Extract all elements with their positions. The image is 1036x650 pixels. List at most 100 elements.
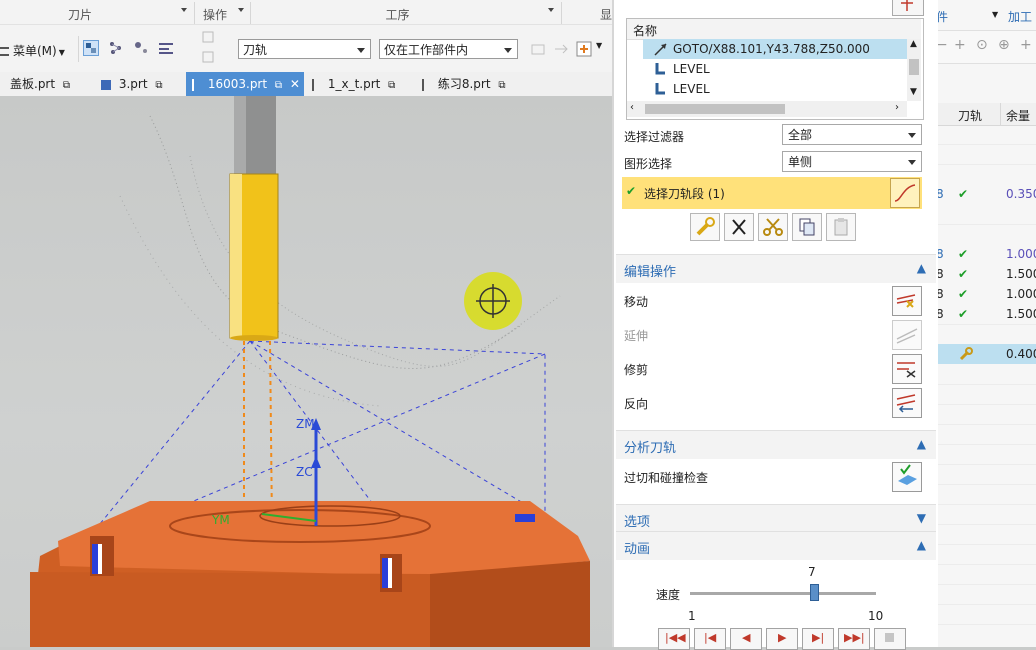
tab-label: 3.prt (118, 77, 148, 91)
speed-slider-thumb[interactable] (810, 584, 820, 601)
trim-icon (897, 362, 916, 378)
table-row[interactable]: 8 ✔ 1.500 (936, 304, 1036, 324)
speed-slider-track[interactable] (690, 584, 876, 601)
circle-icon[interactable]: ⊙ (976, 37, 988, 53)
chevron-up-icon[interactable]: ▲ (917, 261, 926, 275)
section-title: 选项 (624, 515, 651, 530)
menu-label: 菜单(M) (13, 44, 57, 58)
graphics-viewport[interactable]: ZM ZC YM (0, 96, 612, 647)
group-procedure-expand-icon[interactable] (548, 8, 554, 12)
zm-axis-label: ZM (296, 417, 315, 431)
external-link-icon[interactable]: ⧉ (155, 80, 162, 91)
forward-end-icon: ▶▶| (844, 631, 865, 644)
wrench-button[interactable] (690, 213, 720, 241)
table-row-selected[interactable]: 0.400 (936, 344, 1036, 364)
type-dropdown[interactable]: 刀轨 (238, 39, 371, 59)
vertical-scrollbar[interactable]: ▲ ▼ (907, 39, 921, 101)
scrollbar-thumb[interactable] (645, 104, 785, 114)
overcut-check-button[interactable] (892, 462, 922, 492)
external-link-icon[interactable]: ⧉ (63, 80, 70, 91)
copy-icon (799, 218, 815, 236)
table-row[interactable]: 8 ✔ 1.000 (936, 244, 1036, 264)
section-animation[interactable]: 动画 ▲ (616, 531, 936, 560)
chevron-up-icon[interactable]: ▲ (917, 437, 926, 451)
check-icon: ✔ (958, 307, 969, 321)
copy-button[interactable] (792, 213, 822, 241)
scroll-right-icon[interactable]: › (895, 102, 899, 113)
chevron-down-icon[interactable]: ▼ (992, 10, 998, 19)
scroll-down-icon[interactable]: ▼ (910, 87, 917, 97)
column-header-remaining[interactable]: 余量 (1006, 107, 1030, 124)
table-row[interactable]: 8 ✔ 1.000 (936, 284, 1036, 304)
ribbon-toolbar: 刀片 操作 工序 显 菜单(M) ▼ 刀轨 仅在工作部件内 ▼ (0, 0, 612, 73)
delete-button[interactable] (724, 213, 754, 241)
point-icon (901, 0, 913, 11)
tab-gaiban[interactable]: 盖板.prt ⧉ (0, 72, 84, 96)
trim-button[interactable] (892, 354, 922, 384)
scrollbar-thumb[interactable] (909, 59, 919, 75)
list-item[interactable]: LEVEL (643, 79, 907, 99)
point-display-icon[interactable] (133, 40, 149, 56)
table-row[interactable]: 8 ✔ 0.350 (936, 184, 1036, 204)
tab-practice-8[interactable]: 练习8.prt ⧉ (416, 72, 526, 96)
plus-icon[interactable]: + (954, 37, 966, 53)
cut-button[interactable] (758, 213, 788, 241)
section-edit-operations[interactable]: 编辑操作 ▲ (616, 254, 936, 283)
rotate-icon[interactable]: ⊕ (998, 37, 1010, 53)
filter-label: 选择过滤器 (624, 130, 685, 144)
extend-icon (896, 328, 918, 344)
column-header-toolpath[interactable]: 刀轨 (958, 107, 982, 124)
external-link-icon[interactable]: ⧉ (388, 80, 395, 91)
tab-label: 1_x_t.prt (327, 77, 381, 91)
list-item-label: GOTO/X88.101,Y43.788,Z50.000 (673, 42, 870, 56)
group-operation-expand-icon[interactable] (238, 8, 244, 12)
list-item[interactable]: LEVEL (643, 59, 907, 79)
toolpath-list[interactable]: 名称 GOTO/X88.101,Y43.788,Z50.000 LEVEL LE… (626, 18, 924, 120)
reverse-button[interactable] (892, 388, 922, 418)
chevron-down-icon[interactable]: ▼ (917, 511, 926, 525)
paste-button[interactable] (826, 213, 856, 241)
chevron-up-icon[interactable]: ▲ (917, 538, 926, 552)
pan-icon[interactable]: + (1020, 37, 1032, 53)
list-header-name[interactable]: 名称 (633, 22, 657, 39)
close-icon[interactable]: ✕ (290, 77, 300, 91)
wrench-icon (696, 217, 715, 236)
external-link-icon[interactable]: ⧉ (498, 80, 505, 91)
collision-check-icon (898, 464, 917, 485)
tool-display-icon[interactable] (108, 40, 124, 56)
zc-axis-label: ZC (296, 465, 313, 479)
generate-disabled-icon (531, 44, 545, 55)
section-analyze-toolpath[interactable]: 分析刀轨 ▲ (616, 430, 936, 459)
section-options[interactable]: 选项 ▼ (616, 504, 936, 533)
shape-select-dropdown[interactable]: 单侧 (782, 151, 922, 172)
tab-16003[interactable]: 16003.prt ⧉ ✕ (186, 72, 304, 96)
top-icon-button[interactable] (892, 0, 924, 16)
horizontal-scrollbar[interactable]: ‹ › (627, 101, 907, 117)
select-segment-row[interactable]: ✔ 选择刀轨段 (1) (622, 177, 922, 209)
scroll-up-icon[interactable]: ▲ (910, 39, 917, 49)
tab-label: 练习8.prt (437, 77, 491, 91)
reverse-label: 反向 (624, 397, 649, 411)
select-curve-button[interactable] (890, 178, 920, 208)
group-blade-expand-icon[interactable] (181, 8, 187, 12)
scroll-left-icon[interactable]: ‹ (630, 102, 634, 113)
select-toolpath-icon[interactable] (83, 40, 99, 56)
extend-label: 延伸 (624, 329, 649, 343)
manufacturing-part-icon (422, 78, 432, 91)
tab-1-x-t[interactable]: 1_x_t.prt ⧉ (306, 72, 400, 96)
tab-3[interactable]: 3.prt ⧉ (95, 72, 181, 96)
table-row[interactable]: 8 ✔ 1.500 (936, 264, 1036, 284)
scope-dropdown-value: 仅在工作部件内 (384, 43, 469, 57)
filter-dropdown[interactable]: 全部 (782, 124, 922, 145)
curve-icon (894, 184, 916, 202)
scope-dropdown[interactable]: 仅在工作部件内 (379, 39, 518, 59)
check-icon: ✔ (958, 247, 969, 261)
list-item-selected[interactable]: GOTO/X88.101,Y43.788,Z50.000 (643, 39, 907, 59)
add-icon[interactable] (576, 41, 592, 57)
chevron-down-icon[interactable]: ▼ (596, 41, 602, 50)
check-icon: ✔ (958, 187, 969, 201)
external-link-icon[interactable]: ⧉ (275, 80, 282, 91)
filter-display-icon[interactable] (158, 40, 174, 56)
move-button[interactable] (892, 286, 922, 316)
menu-button[interactable]: 菜单(M) ▼ (0, 42, 65, 59)
